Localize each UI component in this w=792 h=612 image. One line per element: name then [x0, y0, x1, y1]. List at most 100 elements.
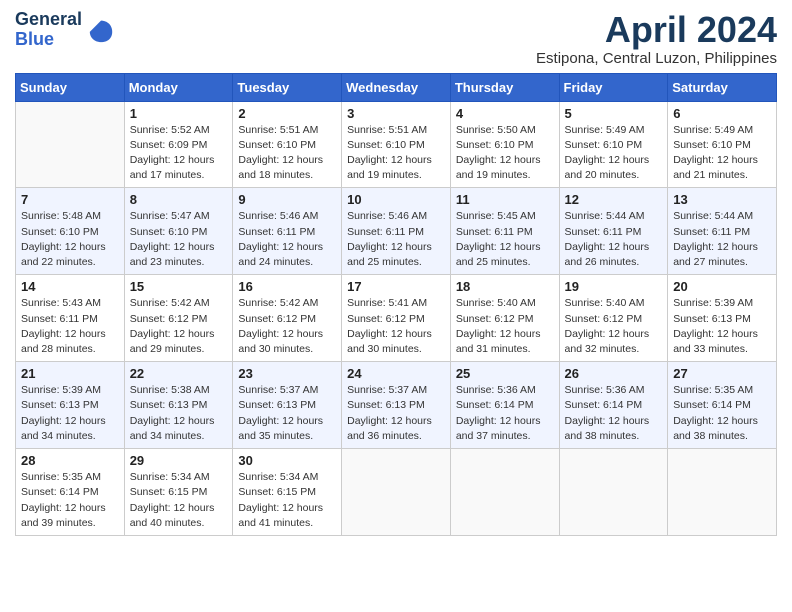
calendar-cell: 6 Sunrise: 5:49 AMSunset: 6:10 PMDaylight…: [668, 101, 777, 188]
calendar-cell: 24 Sunrise: 5:37 AMSunset: 6:13 PMDayligh…: [342, 362, 451, 449]
day-number: 4: [456, 106, 554, 121]
calendar-week-row: 14Sunrise: 5:43 AMSunset: 6:11 PMDayligh…: [16, 275, 777, 362]
location: Estipona, Central Luzon, Philippines: [536, 50, 777, 67]
calendar-table: SundayMondayTuesdayWednesdayThursdayFrid…: [15, 73, 777, 536]
day-number: 7: [21, 192, 119, 207]
day-info: Sunrise: 5:38 AMSunset: 6:13 PMDaylight:…: [130, 383, 228, 444]
calendar-cell: 20 Sunrise: 5:39 AMSunset: 6:13 PMDayligh…: [668, 275, 777, 362]
day-info: Sunrise: 5:40 AMSunset: 6:12 PMDaylight:…: [456, 296, 554, 357]
calendar-cell: [16, 101, 125, 188]
day-number: 28: [21, 453, 119, 468]
day-info: Sunrise: 5:34 AMSunset: 6:15 PMDaylight:…: [130, 470, 228, 531]
calendar-cell: 2Sunrise: 5:51 AMSunset: 6:10 PMDaylight…: [233, 101, 342, 188]
logo-text: General Blue: [15, 10, 82, 50]
day-info: Sunrise: 5:36 AMSunset: 6:14 PMDaylight:…: [456, 383, 554, 444]
calendar-cell: 23Sunrise: 5:37 AMSunset: 6:13 PMDayligh…: [233, 362, 342, 449]
title-block: April 2024 Estipona, Central Luzon, Phil…: [536, 10, 777, 67]
calendar-cell: 4 Sunrise: 5:50 AMSunset: 6:10 PMDaylight…: [450, 101, 559, 188]
day-info: Sunrise: 5:40 AMSunset: 6:12 PMDaylight:…: [565, 296, 663, 357]
day-number: 9: [238, 192, 336, 207]
logo-icon: [87, 16, 115, 44]
calendar-week-row: 21 Sunrise: 5:39 AMSunset: 6:13 PMDayligh…: [16, 362, 777, 449]
weekday-header: Sunday: [16, 73, 125, 101]
day-info: Sunrise: 5:41 AMSunset: 6:12 PMDaylight:…: [347, 296, 445, 357]
day-info: Sunrise: 5:48 AMSunset: 6:10 PMDaylight:…: [21, 209, 119, 270]
day-info: Sunrise: 5:43 AMSunset: 6:11 PMDaylight:…: [21, 296, 119, 357]
calendar-cell: 14Sunrise: 5:43 AMSunset: 6:11 PMDayligh…: [16, 275, 125, 362]
calendar-cell: 28 Sunrise: 5:35 AMSunset: 6:14 PMDayligh…: [16, 449, 125, 536]
day-number: 29: [130, 453, 228, 468]
weekday-header: Tuesday: [233, 73, 342, 101]
calendar-cell: 12 Sunrise: 5:44 AMSunset: 6:11 PMDayligh…: [559, 188, 668, 275]
calendar-cell: 17 Sunrise: 5:41 AMSunset: 6:12 PMDayligh…: [342, 275, 451, 362]
day-number: 8: [130, 192, 228, 207]
day-info: Sunrise: 5:34 AMSunset: 6:15 PMDaylight:…: [238, 470, 336, 531]
day-number: 30: [238, 453, 336, 468]
day-number: 17: [347, 279, 445, 294]
weekday-header: Wednesday: [342, 73, 451, 101]
weekday-header: Friday: [559, 73, 668, 101]
day-number: 5: [565, 106, 663, 121]
day-info: Sunrise: 5:51 AMSunset: 6:10 PMDaylight:…: [347, 123, 445, 184]
day-info: Sunrise: 5:50 AMSunset: 6:10 PMDaylight:…: [456, 123, 554, 184]
day-info: Sunrise: 5:46 AMSunset: 6:11 PMDaylight:…: [238, 209, 336, 270]
calendar-cell: [450, 449, 559, 536]
calendar-cell: 22 Sunrise: 5:38 AMSunset: 6:13 PMDayligh…: [124, 362, 233, 449]
day-info: Sunrise: 5:51 AMSunset: 6:10 PMDaylight:…: [238, 123, 336, 184]
calendar-cell: 19Sunrise: 5:40 AMSunset: 6:12 PMDayligh…: [559, 275, 668, 362]
day-info: Sunrise: 5:49 AMSunset: 6:10 PMDaylight:…: [673, 123, 771, 184]
day-number: 25: [456, 366, 554, 381]
day-info: Sunrise: 5:44 AMSunset: 6:11 PMDaylight:…: [673, 209, 771, 270]
calendar-cell: 25 Sunrise: 5:36 AMSunset: 6:14 PMDayligh…: [450, 362, 559, 449]
day-info: Sunrise: 5:52 AMSunset: 6:09 PMDaylight:…: [130, 123, 228, 184]
day-number: 13: [673, 192, 771, 207]
day-number: 10: [347, 192, 445, 207]
month-title: April 2024: [536, 10, 777, 50]
calendar-cell: 29 Sunrise: 5:34 AMSunset: 6:15 PMDayligh…: [124, 449, 233, 536]
logo: General Blue: [15, 10, 115, 50]
day-number: 12: [565, 192, 663, 207]
calendar-cell: 10Sunrise: 5:46 AMSunset: 6:11 PMDayligh…: [342, 188, 451, 275]
day-number: 21: [21, 366, 119, 381]
day-info: Sunrise: 5:47 AMSunset: 6:10 PMDaylight:…: [130, 209, 228, 270]
day-info: Sunrise: 5:39 AMSunset: 6:13 PMDaylight:…: [673, 296, 771, 357]
day-number: 22: [130, 366, 228, 381]
calendar-cell: 9 Sunrise: 5:46 AMSunset: 6:11 PMDaylight…: [233, 188, 342, 275]
calendar-cell: 8 Sunrise: 5:47 AMSunset: 6:10 PMDaylight…: [124, 188, 233, 275]
day-info: Sunrise: 5:44 AMSunset: 6:11 PMDaylight:…: [565, 209, 663, 270]
day-number: 16: [238, 279, 336, 294]
calendar-cell: 18 Sunrise: 5:40 AMSunset: 6:12 PMDayligh…: [450, 275, 559, 362]
calendar-cell: [559, 449, 668, 536]
day-info: Sunrise: 5:39 AMSunset: 6:13 PMDaylight:…: [21, 383, 119, 444]
day-number: 20: [673, 279, 771, 294]
calendar-cell: 5 Sunrise: 5:49 AMSunset: 6:10 PMDaylight…: [559, 101, 668, 188]
calendar-cell: 15 Sunrise: 5:42 AMSunset: 6:12 PMDayligh…: [124, 275, 233, 362]
day-info: Sunrise: 5:35 AMSunset: 6:14 PMDaylight:…: [21, 470, 119, 531]
day-number: 3: [347, 106, 445, 121]
day-number: 27: [673, 366, 771, 381]
day-number: 1: [130, 106, 228, 121]
weekday-header: Monday: [124, 73, 233, 101]
day-info: Sunrise: 5:35 AMSunset: 6:14 PMDaylight:…: [673, 383, 771, 444]
calendar-cell: 13 Sunrise: 5:44 AMSunset: 6:11 PMDayligh…: [668, 188, 777, 275]
day-info: Sunrise: 5:42 AMSunset: 6:12 PMDaylight:…: [238, 296, 336, 357]
day-info: Sunrise: 5:37 AMSunset: 6:13 PMDaylight:…: [238, 383, 336, 444]
calendar-cell: 7 Sunrise: 5:48 AMSunset: 6:10 PMDaylight…: [16, 188, 125, 275]
day-info: Sunrise: 5:45 AMSunset: 6:11 PMDaylight:…: [456, 209, 554, 270]
weekday-header: Saturday: [668, 73, 777, 101]
day-number: 15: [130, 279, 228, 294]
day-number: 6: [673, 106, 771, 121]
page-header: General Blue April 2024 Estipona, Centra…: [15, 10, 777, 67]
day-number: 11: [456, 192, 554, 207]
calendar-header-row: SundayMondayTuesdayWednesdayThursdayFrid…: [16, 73, 777, 101]
calendar-cell: [342, 449, 451, 536]
day-info: Sunrise: 5:42 AMSunset: 6:12 PMDaylight:…: [130, 296, 228, 357]
calendar-cell: 26Sunrise: 5:36 AMSunset: 6:14 PMDayligh…: [559, 362, 668, 449]
day-number: 18: [456, 279, 554, 294]
day-number: 24: [347, 366, 445, 381]
day-info: Sunrise: 5:37 AMSunset: 6:13 PMDaylight:…: [347, 383, 445, 444]
day-number: 26: [565, 366, 663, 381]
day-info: Sunrise: 5:49 AMSunset: 6:10 PMDaylight:…: [565, 123, 663, 184]
calendar-week-row: 7 Sunrise: 5:48 AMSunset: 6:10 PMDaylight…: [16, 188, 777, 275]
calendar-cell: 30 Sunrise: 5:34 AMSunset: 6:15 PMDayligh…: [233, 449, 342, 536]
